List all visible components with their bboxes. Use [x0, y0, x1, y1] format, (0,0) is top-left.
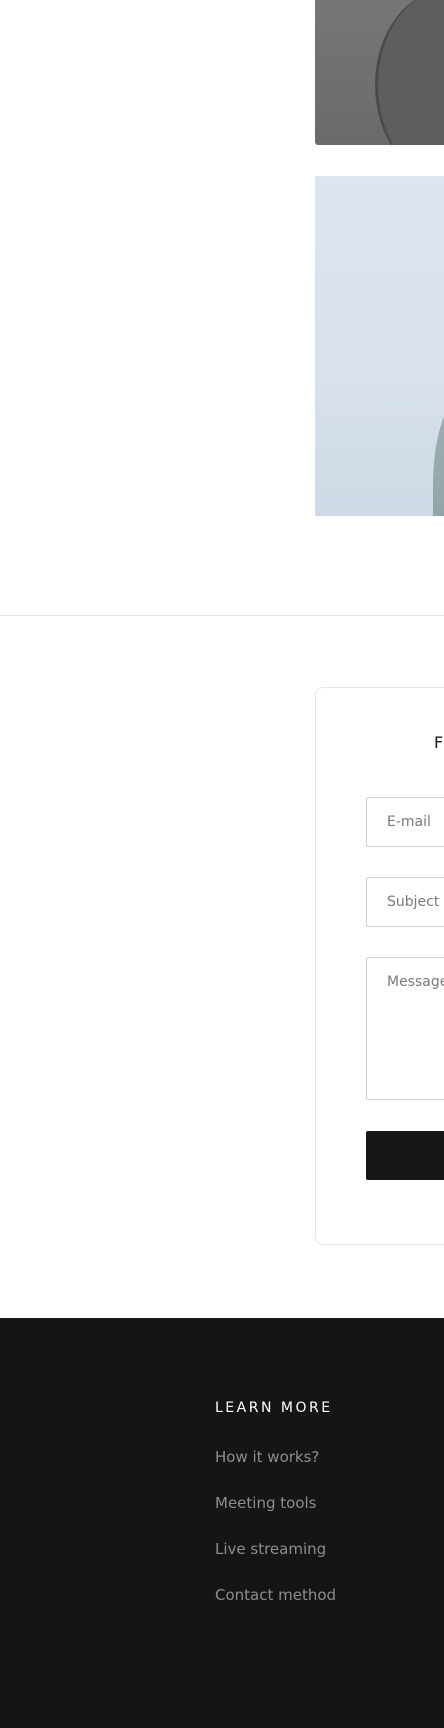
footer-heading-learn-more: LEARN MORE: [215, 1400, 333, 1416]
message-field[interactable]: [366, 957, 444, 1100]
section-divider: [0, 615, 444, 616]
footer-link-live-streaming[interactable]: Live streaming: [215, 1540, 326, 1558]
footer-link-how-it-works[interactable]: How it works?: [215, 1448, 319, 1466]
footer: LEARN MORE How it works? Meeting tools L…: [0, 1318, 444, 1728]
team-photo-dark: [315, 0, 444, 145]
send-button[interactable]: [366, 1131, 444, 1180]
contact-form-title: F: [434, 733, 444, 752]
person-shoulder-shape: [375, 0, 444, 145]
team-photo-light: [315, 176, 444, 516]
person-shoulder-shape: [433, 396, 444, 516]
email-field[interactable]: [366, 797, 444, 847]
footer-link-meeting-tools[interactable]: Meeting tools: [215, 1494, 316, 1512]
subject-field[interactable]: [366, 877, 444, 927]
footer-link-contact-method[interactable]: Contact method: [215, 1586, 336, 1604]
